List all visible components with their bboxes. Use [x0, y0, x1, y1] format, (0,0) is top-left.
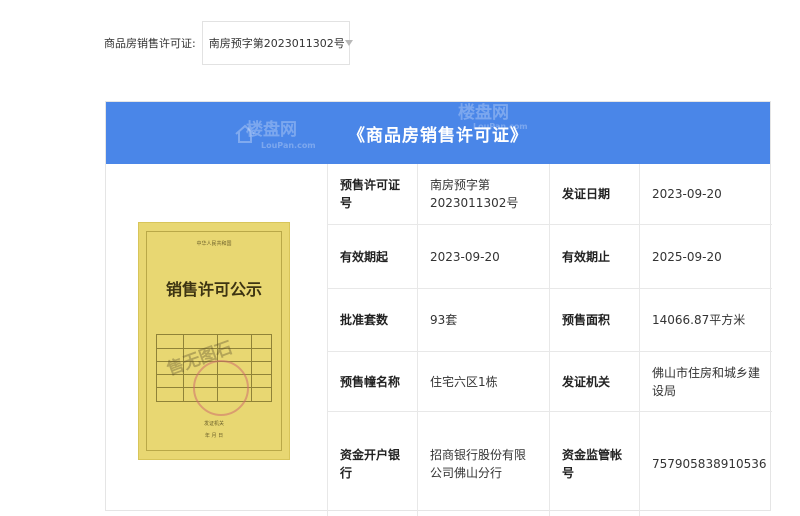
row-value: 93套: [417, 289, 549, 351]
license-details-table: 预售许可证号 南房预字第2023011302号 发证日期 2023-09-20 …: [327, 164, 772, 516]
license-panel: 楼盘网 LouPan.com 楼盘网 LouPan.com 《商品房销售许可证》…: [105, 101, 772, 516]
row-value: 2023-09-20: [417, 225, 549, 288]
row-key: 预售许可证号: [327, 164, 417, 224]
watermark-logo: 楼盘网: [458, 103, 509, 123]
row-value: 招商银行股份有限公司佛山分行: [417, 412, 549, 516]
row-key: 有效期起: [327, 225, 417, 288]
table-row: 资金开户银行 招商银行股份有限公司佛山分行 资金监管帐号 75790583891…: [327, 412, 772, 516]
row-value: 南房预字第2023011302号: [417, 164, 549, 224]
watermark-logo-sub: LouPan.com: [261, 141, 316, 150]
license-select[interactable]: 南房预字第2023011302号: [201, 21, 353, 65]
watermark-logo: 楼盘网: [246, 120, 297, 140]
row-value: 佛山市住房和城乡建设局: [639, 352, 772, 411]
row-key: 预售幢名称: [327, 352, 417, 411]
license-filter: 商品房销售许可证: 南房预字第2023011302号: [104, 20, 353, 66]
certificate-frame: 中华人民共和国 销售许可公示 发证机关 年 月 日 售无图石: [146, 231, 282, 451]
table-row: 有效期起 2023-09-20 有效期止 2025-09-20: [327, 225, 772, 289]
certificate-issuer: 发证机关: [203, 421, 224, 427]
certificate-date: 年 月 日: [204, 433, 224, 439]
license-filter-label: 商品房销售许可证:: [104, 37, 196, 50]
row-value: 2025-09-20: [639, 225, 772, 288]
row-key: 预售面积: [549, 289, 639, 351]
row-key: 发证机关: [549, 352, 639, 411]
row-value: 2023-09-20: [639, 164, 772, 224]
row-value: 14066.87平方米: [639, 289, 772, 351]
certificate-heading: 销售许可公示: [165, 280, 262, 299]
certificate-top-text: 中华人民共和国: [196, 241, 232, 247]
license-certificate-image[interactable]: 中华人民共和国 销售许可公示 发证机关 年 月 日 售无图石: [138, 222, 290, 460]
panel-header: 楼盘网 LouPan.com 楼盘网 LouPan.com 《商品房销售许可证》: [106, 102, 770, 164]
row-value: 757905838910536: [639, 412, 772, 516]
row-key: 有效期止: [549, 225, 639, 288]
row-key: 批准套数: [327, 289, 417, 351]
table-row: 批准套数 93套 预售面积 14066.87平方米: [327, 289, 772, 352]
chevron-down-icon: [344, 40, 353, 46]
row-value: 住宅六区1栋: [417, 352, 549, 411]
table-row: 预售幢名称 住宅六区1栋 发证机关 佛山市住房和城乡建设局: [327, 352, 772, 412]
panel-body: 中华人民共和国 销售许可公示 发证机关 年 月 日 售无图石 预售许可证号 南房…: [106, 164, 772, 516]
license-select-value: 南房预字第2023011302号: [208, 37, 345, 50]
row-key: 发证日期: [549, 164, 639, 224]
watermark-logo-sub: LouPan.com: [473, 122, 528, 131]
table-row: 预售许可证号 南房预字第2023011302号 发证日期 2023-09-20: [327, 164, 772, 225]
row-key: 资金监管帐号: [549, 412, 639, 516]
row-key: 资金开户银行: [327, 412, 417, 516]
